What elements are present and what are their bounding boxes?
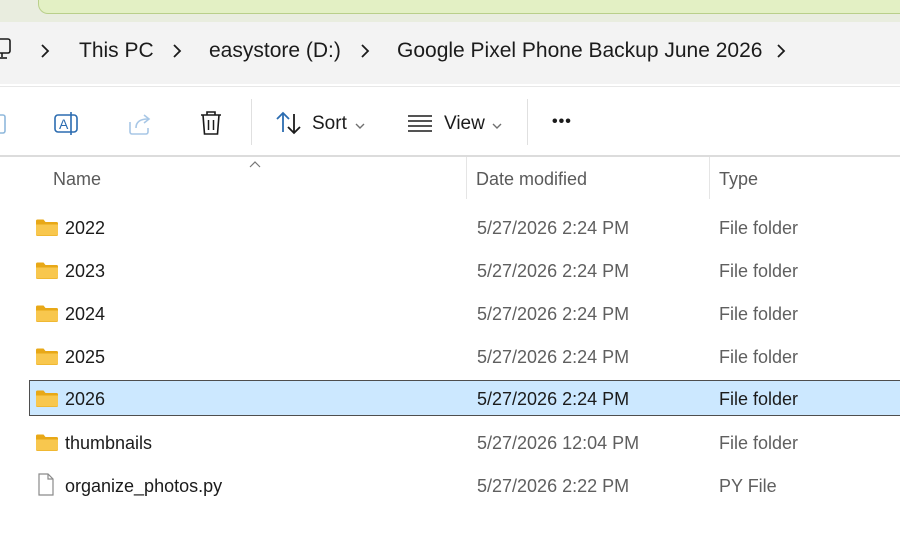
- sort-ascending-icon: [249, 155, 261, 173]
- file-type: PY File: [719, 476, 777, 496]
- folder-icon: [35, 218, 59, 243]
- file-row[interactable]: 2025 5/27/2026 2:24 PM File folder: [0, 338, 900, 374]
- sort-icon[interactable]: [275, 110, 303, 141]
- title-strip: [0, 0, 900, 22]
- breadcrumb-drive[interactable]: easystore (D:): [209, 38, 341, 64]
- column-divider[interactable]: [709, 157, 710, 199]
- file-name: 2023: [65, 261, 106, 281]
- file-type: File folder: [719, 261, 799, 281]
- file-type: File folder: [719, 304, 799, 324]
- chevron-down-icon[interactable]: [354, 118, 366, 136]
- file-row[interactable]: thumbnails 5/27/2026 12:04 PM File folder: [0, 424, 900, 460]
- chevron-down-icon[interactable]: [491, 118, 503, 136]
- chevron-right-icon[interactable]: [775, 41, 787, 66]
- column-header-type[interactable]: Type: [719, 168, 758, 190]
- file-row[interactable]: 2024 5/27/2026 2:24 PM File folder: [0, 295, 900, 331]
- file-name: thumbnails: [65, 433, 153, 453]
- file-name: 2022: [65, 218, 106, 238]
- chevron-right-icon[interactable]: [39, 41, 51, 66]
- breadcrumb-current-folder[interactable]: Google Pixel Phone Backup June 2026: [397, 38, 762, 64]
- column-header-name[interactable]: Name: [53, 168, 101, 190]
- breadcrumb-this-pc[interactable]: This PC: [79, 38, 154, 64]
- monitor-icon[interactable]: [0, 38, 14, 67]
- folder-icon: [35, 347, 59, 372]
- toolbar-separator: [251, 99, 252, 145]
- folder-icon: [35, 389, 59, 414]
- view-list-icon[interactable]: [407, 113, 433, 138]
- sort-button[interactable]: Sort: [312, 112, 347, 136]
- column-header-date-modified[interactable]: Date modified: [476, 168, 587, 190]
- file-date-modified: 5/27/2026 2:22 PM: [477, 476, 630, 496]
- svg-text:A: A: [59, 116, 69, 132]
- file-date-modified: 5/27/2026 2:24 PM: [477, 389, 630, 409]
- command-bar-divider: [0, 155, 900, 157]
- folder-icon: [35, 304, 59, 329]
- file-name: 2024: [65, 304, 106, 324]
- file-row[interactable]: 2022 5/27/2026 2:24 PM File folder: [0, 209, 900, 245]
- view-button[interactable]: View: [444, 112, 485, 136]
- file-type: File folder: [719, 433, 799, 453]
- file-date-modified: 5/27/2026 2:24 PM: [477, 304, 630, 324]
- copy-icon[interactable]: [0, 111, 8, 142]
- file-icon: [36, 473, 56, 502]
- file-date-modified: 5/27/2026 2:24 PM: [477, 218, 630, 238]
- share-icon[interactable]: [126, 110, 154, 143]
- folder-icon: [35, 261, 59, 286]
- delete-icon[interactable]: [198, 109, 224, 142]
- rename-icon[interactable]: A: [53, 110, 81, 143]
- folder-icon: [35, 433, 59, 458]
- file-row[interactable]: 2023 5/27/2026 2:24 PM File folder: [0, 252, 900, 288]
- file-name: 2026: [65, 389, 106, 409]
- file-type: File folder: [719, 347, 799, 367]
- active-tab[interactable]: [38, 0, 900, 14]
- file-type: File folder: [719, 218, 799, 238]
- column-divider[interactable]: [466, 157, 467, 199]
- toolbar-separator: [527, 99, 528, 145]
- file-type: File folder: [719, 389, 799, 409]
- chevron-right-icon[interactable]: [171, 41, 183, 66]
- file-date-modified: 5/27/2026 2:24 PM: [477, 261, 630, 281]
- file-name: organize_photos.py: [65, 476, 223, 496]
- file-date-modified: 5/27/2026 2:24 PM: [477, 347, 630, 367]
- more-options-button[interactable]: •••: [552, 110, 572, 134]
- file-row[interactable]: organize_photos.py 5/27/2026 2:22 PM PY Fi…: [0, 467, 900, 503]
- file-name: 2025: [65, 347, 106, 367]
- file-date-modified: 5/27/2026 12:04 PM: [477, 433, 640, 453]
- chevron-right-icon[interactable]: [359, 41, 371, 66]
- file-row[interactable]: 2026 5/27/2026 2:24 PM File folder: [0, 380, 900, 416]
